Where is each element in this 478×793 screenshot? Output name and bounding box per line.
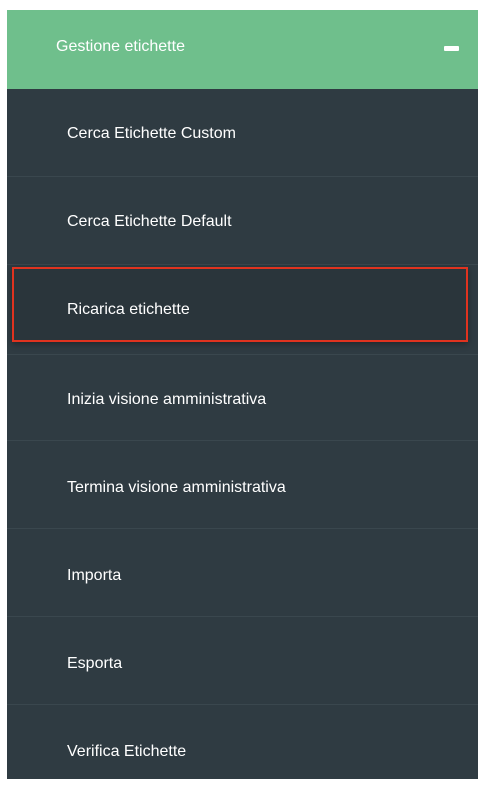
menu-item-label: Termina visione amministrativa	[67, 479, 286, 496]
menu-item-label: Importa	[67, 567, 122, 584]
menu-item-label: Inizia visione amministrativa	[67, 391, 267, 408]
menu-item-inizia-visione-amministrativa[interactable]: Inizia visione amministrativa	[7, 353, 478, 441]
menu-item-ricarica-etichette[interactable]: Ricarica etichette	[7, 267, 478, 355]
menu-item-termina-visione-amministrativa[interactable]: Termina visione amministrativa	[7, 441, 478, 529]
menu-item-label: Esporta	[67, 655, 123, 672]
menu-header-title: Gestione etichette	[56, 38, 185, 55]
menu-item-label: Cerca Etichette Custom	[67, 125, 236, 142]
menu-item-importa[interactable]: Importa	[7, 529, 478, 617]
minus-icon[interactable]	[444, 46, 459, 51]
menu-item-cerca-etichette-default[interactable]: Cerca Etichette Default	[7, 177, 478, 265]
sidebar-menu: Gestione etichette Cerca Etichette Custo…	[7, 10, 478, 779]
menu-item-esporta[interactable]: Esporta	[7, 617, 478, 705]
menu-item-verifica-etichette[interactable]: Verifica Etichette	[7, 705, 478, 793]
menu-header-gestione-etichette[interactable]: Gestione etichette	[7, 10, 478, 89]
menu-item-label: Ricarica etichette	[67, 301, 190, 318]
menu-item-label: Verifica Etichette	[67, 743, 187, 760]
menu-item-label: Cerca Etichette Default	[67, 213, 232, 230]
menu-item-cerca-etichette-custom[interactable]: Cerca Etichette Custom	[7, 89, 478, 177]
